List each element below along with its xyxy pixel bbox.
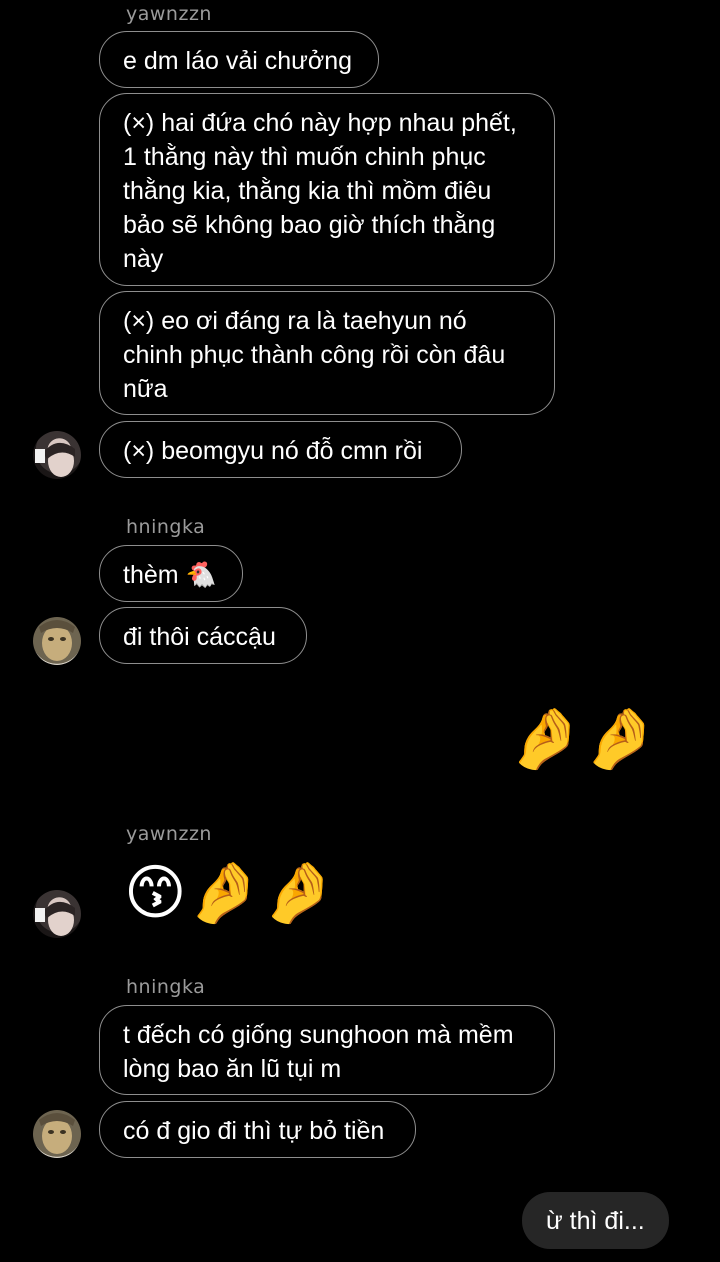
sender-name: hningka — [126, 976, 206, 998]
message-bubble[interactable]: (×) hai đứa chó này hợp nhau phết, 1 thằ… — [99, 93, 555, 286]
my-message-bubble[interactable]: ừ thì đi... — [522, 1192, 669, 1249]
kissing-face-emoji-icon[interactable]: 😙🤌🤌 — [124, 858, 336, 928]
message-bubble[interactable]: thèm 🐔 — [99, 545, 243, 602]
message-bubble[interactable]: (×) eo ơi đáng ra là taehyun nó chinh ph… — [99, 291, 555, 415]
avatar-image — [39, 620, 75, 661]
sender-name: yawnzzn — [126, 823, 212, 845]
avatar[interactable] — [33, 431, 81, 479]
pinched-fingers-emoji-icon[interactable]: 🤌🤌 — [508, 704, 657, 774]
avatar-image — [35, 901, 75, 936]
avatar[interactable] — [33, 617, 81, 665]
message-bubble[interactable]: e dm láo vải chưởng — [99, 31, 379, 88]
message-bubble[interactable]: có đ gio đi thì tự bỏ tiền — [99, 1101, 416, 1158]
sender-name: yawnzzn — [126, 3, 212, 25]
message-bubble[interactable]: đi thôi cáccậu — [99, 607, 307, 664]
avatar[interactable] — [33, 890, 81, 938]
message-bubble[interactable]: t đếch có giống sunghoon mà mềm lòng bao… — [99, 1005, 555, 1095]
avatar-image — [35, 442, 75, 477]
message-text: thèm — [123, 561, 179, 589]
avatar-image — [39, 1113, 75, 1154]
message-bubble[interactable]: (×) beomgyu nó đỗ cmn rồi — [99, 421, 462, 478]
avatar[interactable] — [33, 1110, 81, 1158]
chicken-emoji-icon: 🐔 — [185, 560, 217, 589]
sender-name: hningka — [126, 516, 206, 538]
